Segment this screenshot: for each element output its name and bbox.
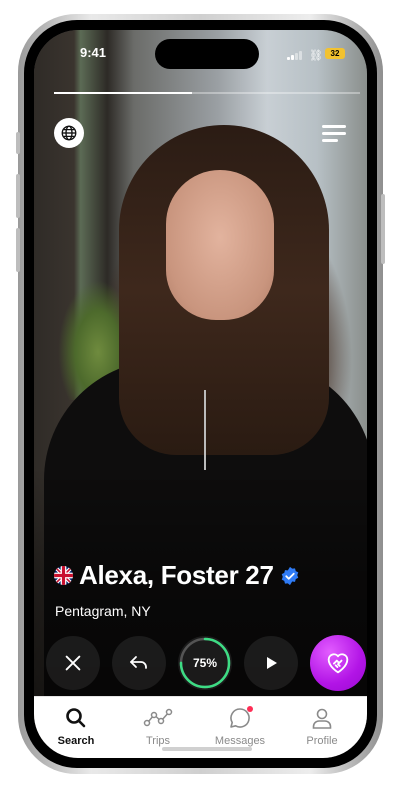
app-screen: 9:41 ⛓ 32 Alexa, Foster 27 Pentagram, NY… bbox=[34, 30, 367, 758]
globe-icon bbox=[61, 125, 77, 141]
globe-button[interactable] bbox=[54, 118, 84, 148]
undo-button[interactable] bbox=[112, 636, 166, 690]
status-time: 9:41 bbox=[80, 45, 107, 60]
dynamic-island bbox=[155, 39, 259, 69]
photo-progress-fill bbox=[54, 92, 192, 94]
profile-name[interactable]: Alexa, Foster 27 bbox=[79, 560, 274, 591]
verified-badge-icon bbox=[281, 566, 298, 585]
profile-location: Pentagram, NY bbox=[55, 603, 151, 619]
undo-icon bbox=[130, 656, 147, 669]
signal-icon bbox=[287, 50, 303, 60]
compatibility-percent: 75% bbox=[192, 656, 218, 670]
power-button bbox=[381, 194, 385, 264]
photo-progress-track bbox=[54, 92, 360, 94]
volume-up-button bbox=[16, 174, 20, 218]
profile-icon bbox=[312, 708, 332, 729]
close-icon bbox=[65, 655, 81, 671]
battery-icon: 32 bbox=[325, 48, 345, 59]
phone-frame: 9:41 ⛓ 32 Alexa, Foster 27 Pentagram, NY… bbox=[16, 14, 385, 774]
profile-name-row: Alexa, Foster 27 bbox=[54, 560, 300, 591]
search-icon bbox=[66, 708, 86, 728]
tab-bar: Search Trips Messages Profile bbox=[34, 696, 367, 758]
play-button[interactable] bbox=[244, 636, 298, 690]
volume-down-button bbox=[16, 228, 20, 272]
tab-trips-label: Trips bbox=[145, 735, 171, 747]
tab-search-label: Search bbox=[57, 735, 95, 747]
skip-button[interactable] bbox=[46, 636, 100, 690]
message-badge bbox=[247, 706, 253, 712]
play-icon bbox=[267, 657, 277, 669]
tab-profile-label: Profile bbox=[306, 735, 338, 747]
link-icon: ⛓ bbox=[309, 50, 323, 62]
heart-handshake-icon bbox=[327, 653, 349, 674]
status-bar: 9:41 ⛓ 32 bbox=[34, 30, 367, 70]
tab-trips[interactable]: Trips bbox=[128, 705, 188, 747]
tab-profile[interactable]: Profile bbox=[292, 705, 352, 747]
filter-menu-button[interactable] bbox=[320, 122, 346, 146]
tab-messages-label: Messages bbox=[214, 735, 266, 747]
trips-icon bbox=[143, 708, 173, 727]
uk-flag-icon bbox=[54, 566, 73, 585]
home-indicator bbox=[162, 747, 252, 751]
like-button[interactable] bbox=[310, 635, 366, 691]
tab-search[interactable]: Search bbox=[46, 705, 106, 747]
tab-messages[interactable]: Messages bbox=[210, 705, 270, 747]
action-button bbox=[16, 132, 20, 154]
